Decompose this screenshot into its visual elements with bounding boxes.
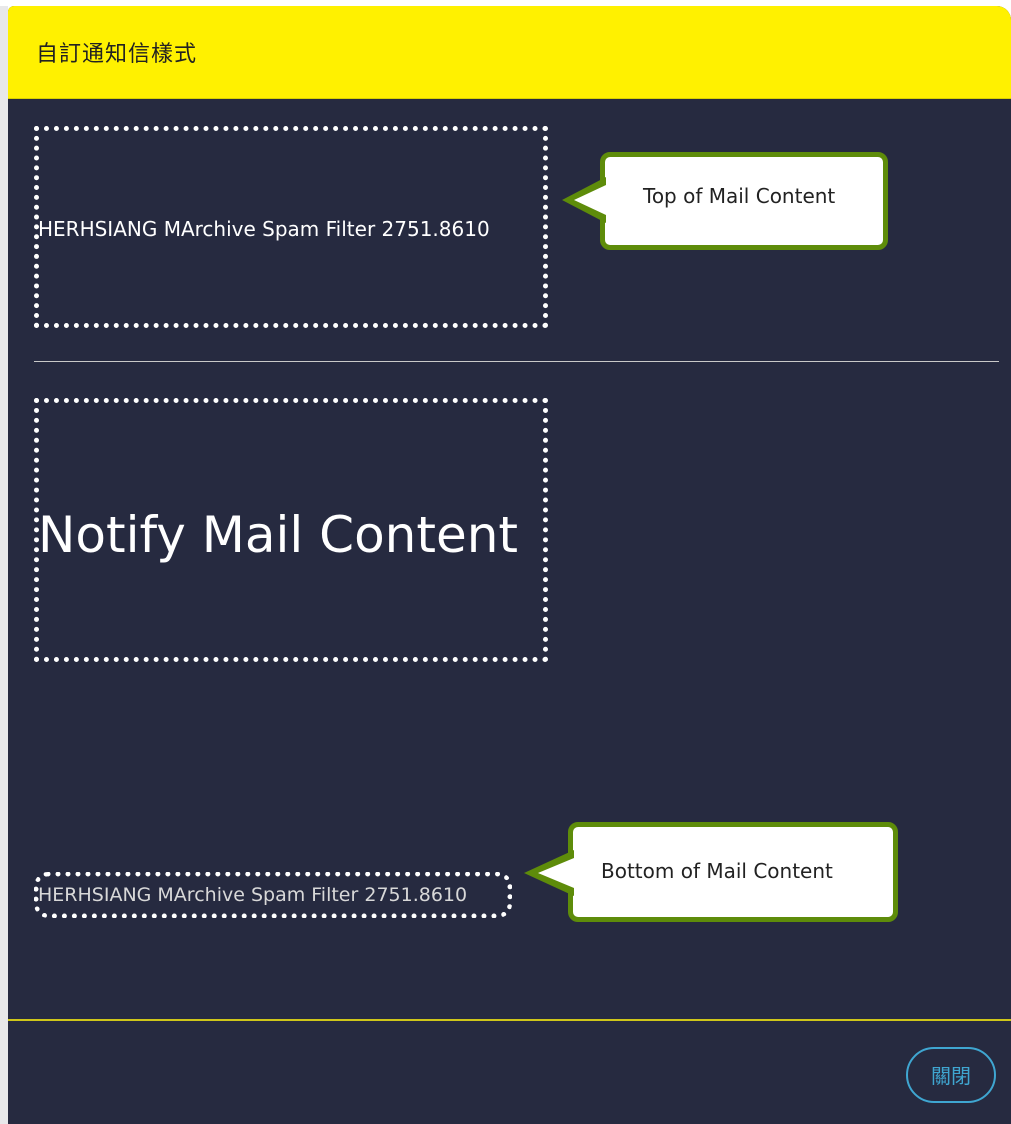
dialog-title: 自訂通知信樣式 — [36, 42, 198, 67]
top-mail-header-text: HERHSIANG MArchive Spam Filter 2751.8610 — [38, 217, 490, 241]
top-callout-pointer — [562, 177, 606, 223]
notify-mail-content-text: Notify Mail Content — [38, 506, 519, 564]
bottom-callout-pointer — [524, 850, 574, 896]
bottom-mail-footer-text: HERHSIANG MArchive Spam Filter 2751.8610 — [38, 884, 468, 906]
close-button[interactable]: 關閉 — [906, 1047, 996, 1103]
page: 自訂通知信樣式 HERHSIANG MArchive Spam Filter 2… — [0, 0, 1011, 1124]
top-callout: Top of Mail Content — [600, 152, 888, 250]
window-left-edge — [0, 6, 8, 1124]
custom-notification-dialog: 自訂通知信樣式 HERHSIANG MArchive Spam Filter 2… — [8, 6, 1011, 1124]
section-divider — [34, 361, 999, 362]
top-callout-label: Top of Mail Content — [643, 184, 836, 208]
dialog-header: 自訂通知信樣式 — [8, 6, 1011, 99]
bottom-callout-label: Bottom of Mail Content — [601, 859, 833, 883]
footer-divider — [8, 1019, 1011, 1021]
bottom-callout: Bottom of Mail Content — [568, 822, 898, 922]
